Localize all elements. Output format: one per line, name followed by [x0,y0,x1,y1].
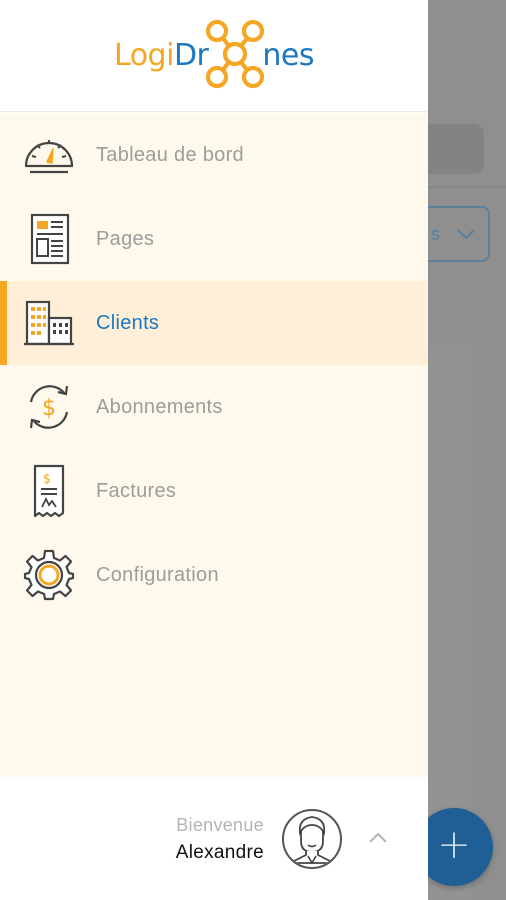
brand-part-logi: Logi [114,38,174,73]
sidebar-item-label: Pages [96,227,155,250]
brand-part-dr: Dr [173,38,209,73]
sidebar-item-label: Clients [96,311,160,334]
pages-document-icon [22,211,76,267]
sidebar-item-abonnements[interactable]: $ Abonnements [0,365,428,449]
sidebar-item-tableau-de-bord[interactable]: Tableau de bord [0,113,428,197]
drone-logo-icon [206,19,265,88]
sidebar-item-factures[interactable]: $ Factures [0,449,428,533]
subscription-dollar-cycle-icon: $ [22,379,76,435]
brand-logo[interactable]: Logi Dr nes [114,18,314,94]
user-footer: Bienvenue Alexandre [0,777,428,900]
background-search-field [420,124,484,174]
sidebar-item-label: Configuration [96,563,219,586]
background-select: s [420,206,490,262]
brand-header: Logi Dr nes [0,0,428,112]
chevron-up-icon[interactable] [368,831,388,845]
sidebar-item-configuration[interactable]: Configuration [0,533,428,617]
gear-icon [22,547,76,603]
user-avatar-icon[interactable] [282,809,342,869]
background-divider [428,186,506,188]
sidebar-item-clients[interactable]: Clients [0,281,428,365]
user-name: Alexandre [175,842,264,863]
dashboard-gauge-icon [22,127,76,183]
sidebar-menu: Tableau de bord Pages Clients $ Abonneme… [0,113,428,777]
sidebar-item-label: Tableau de bord [96,143,244,166]
user-greeting: Bienvenue Alexandre [176,815,264,864]
greeting-text: Bienvenue [176,815,264,835]
background-select-value: s [431,223,442,244]
sidebar-item-pages[interactable]: Pages [0,197,428,281]
svg-text:$: $ [42,396,56,421]
chevron-down-icon [457,229,475,240]
navigation-drawer: Logi Dr nes Tableau de bord Pages Client… [0,0,428,900]
svg-text:$: $ [43,472,51,487]
invoice-receipt-icon: $ [22,463,76,519]
clients-buildings-icon [22,295,76,351]
brand-part-nes: nes [262,38,314,73]
sidebar-item-label: Factures [96,479,177,502]
sidebar-item-label: Abonnements [96,395,223,418]
plus-icon: + [437,822,471,868]
